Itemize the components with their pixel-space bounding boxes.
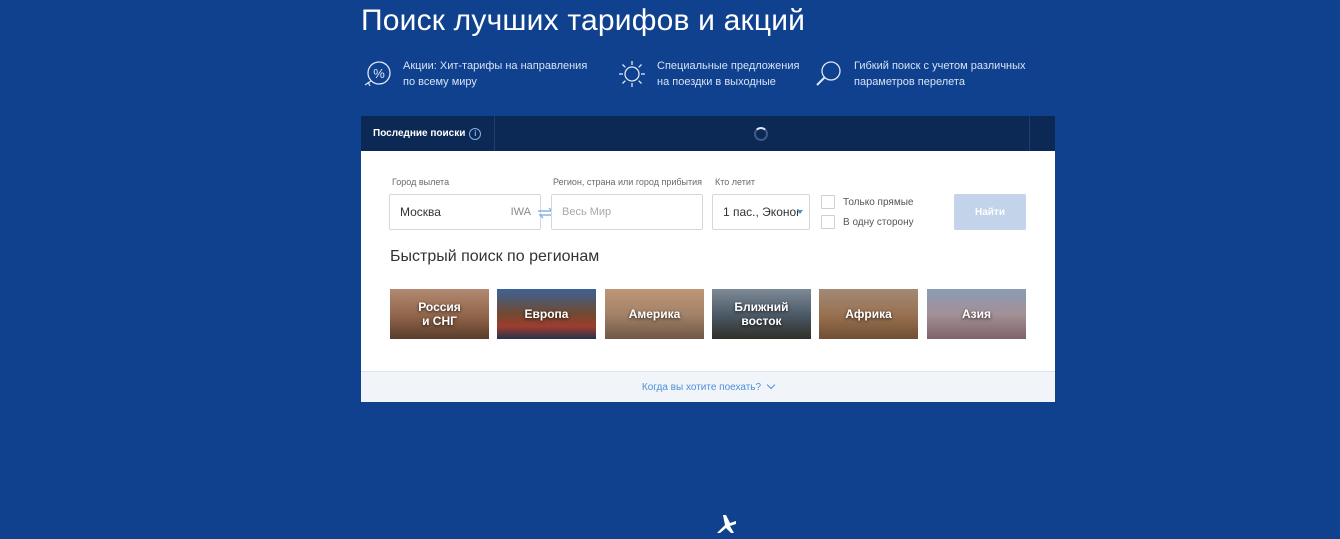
to-placeholder: Весь Мир — [562, 206, 612, 218]
direct-only-label: Только прямые — [843, 196, 914, 208]
feature-weekend[interactable]: Специальные предложения на поездки в вых… — [617, 58, 799, 90]
svg-text:%: % — [373, 66, 385, 81]
when-to-travel-label: Когда вы хотите поехать? — [641, 381, 762, 393]
region-label: Ближний восток — [734, 300, 789, 328]
info-icon[interactable]: i — [469, 127, 482, 140]
tab-recent-searches[interactable]: Последние поиски i — [361, 116, 495, 151]
region-label: Африка — [845, 307, 892, 321]
region-label: Америка — [628, 307, 681, 321]
features-row: % Акции: Хит-тарифы на направления по вс… — [363, 58, 1063, 94]
chevron-down-icon — [797, 210, 803, 214]
direct-only-option[interactable]: Только прямые — [821, 195, 913, 209]
panel-header: Последние поиски i — [361, 116, 1055, 151]
region-label: Европа — [524, 307, 569, 321]
percent-plane-icon: % — [364, 61, 391, 87]
feature-flexible-text: Гибкий поиск с учетом различных параметр… — [854, 60, 1026, 88]
from-label: Город вылета — [392, 177, 450, 187]
search-button[interactable]: Найти — [954, 194, 1026, 230]
one-way-option[interactable]: В одну сторону — [821, 215, 914, 229]
feature-deals[interactable]: % Акции: Хит-тарифы на направления по вс… — [363, 58, 587, 90]
to-field[interactable]: Весь Мир — [551, 194, 703, 230]
feature-deals-text: Акции: Хит-тарифы на направления по всем… — [403, 60, 588, 88]
pax-value: 1 пас., Эконом — [723, 205, 799, 219]
region-tile-russia[interactable]: Россия и СНГ — [390, 289, 489, 339]
region-tile-america[interactable]: Америка — [605, 289, 704, 339]
pax-label: Кто летит — [715, 177, 755, 187]
region-tile-middle-east[interactable]: Ближний восток — [712, 289, 811, 339]
region-tile-africa[interactable]: Африка — [819, 289, 918, 339]
sun-icon — [619, 61, 645, 87]
feature-weekend-text: Специальные предложения на поездки в вых… — [657, 60, 800, 88]
to-label: Регион, страна или город прибытия — [553, 177, 703, 187]
loading-spinner-icon — [754, 127, 768, 141]
one-way-label: В одну сторону — [843, 216, 914, 228]
search-panel: Последние поиски i Город вылета Москва I… — [361, 116, 1055, 402]
when-to-travel-link[interactable]: Когда вы хотите поехать? — [361, 371, 1055, 402]
quick-search-title: Быстрый поиск по регионам — [390, 248, 600, 265]
from-field[interactable]: Москва IWA — [389, 194, 541, 230]
chevron-down-icon — [766, 380, 776, 390]
pax-select[interactable]: 1 пас., Эконом — [712, 194, 810, 230]
region-tile-asia[interactable]: Азия — [927, 289, 1026, 339]
page-title: Поиск лучших тарифов и акций — [361, 4, 806, 37]
recent-searches-label: Последние поиски — [373, 128, 466, 139]
plane-logo-icon — [717, 515, 736, 533]
feature-flexible[interactable]: Гибкий поиск с учетом различных параметр… — [814, 58, 1026, 90]
region-label: Азия — [961, 307, 991, 321]
direct-only-checkbox[interactable] — [821, 195, 835, 209]
header-divider — [1029, 116, 1030, 151]
from-value: Москва — [400, 205, 441, 219]
one-way-checkbox[interactable] — [821, 215, 835, 229]
from-iata-code: IWA — [510, 206, 531, 218]
magnifier-icon — [816, 61, 841, 86]
region-label: Россия и СНГ — [418, 300, 461, 328]
region-tile-europe[interactable]: Европа — [497, 289, 596, 339]
